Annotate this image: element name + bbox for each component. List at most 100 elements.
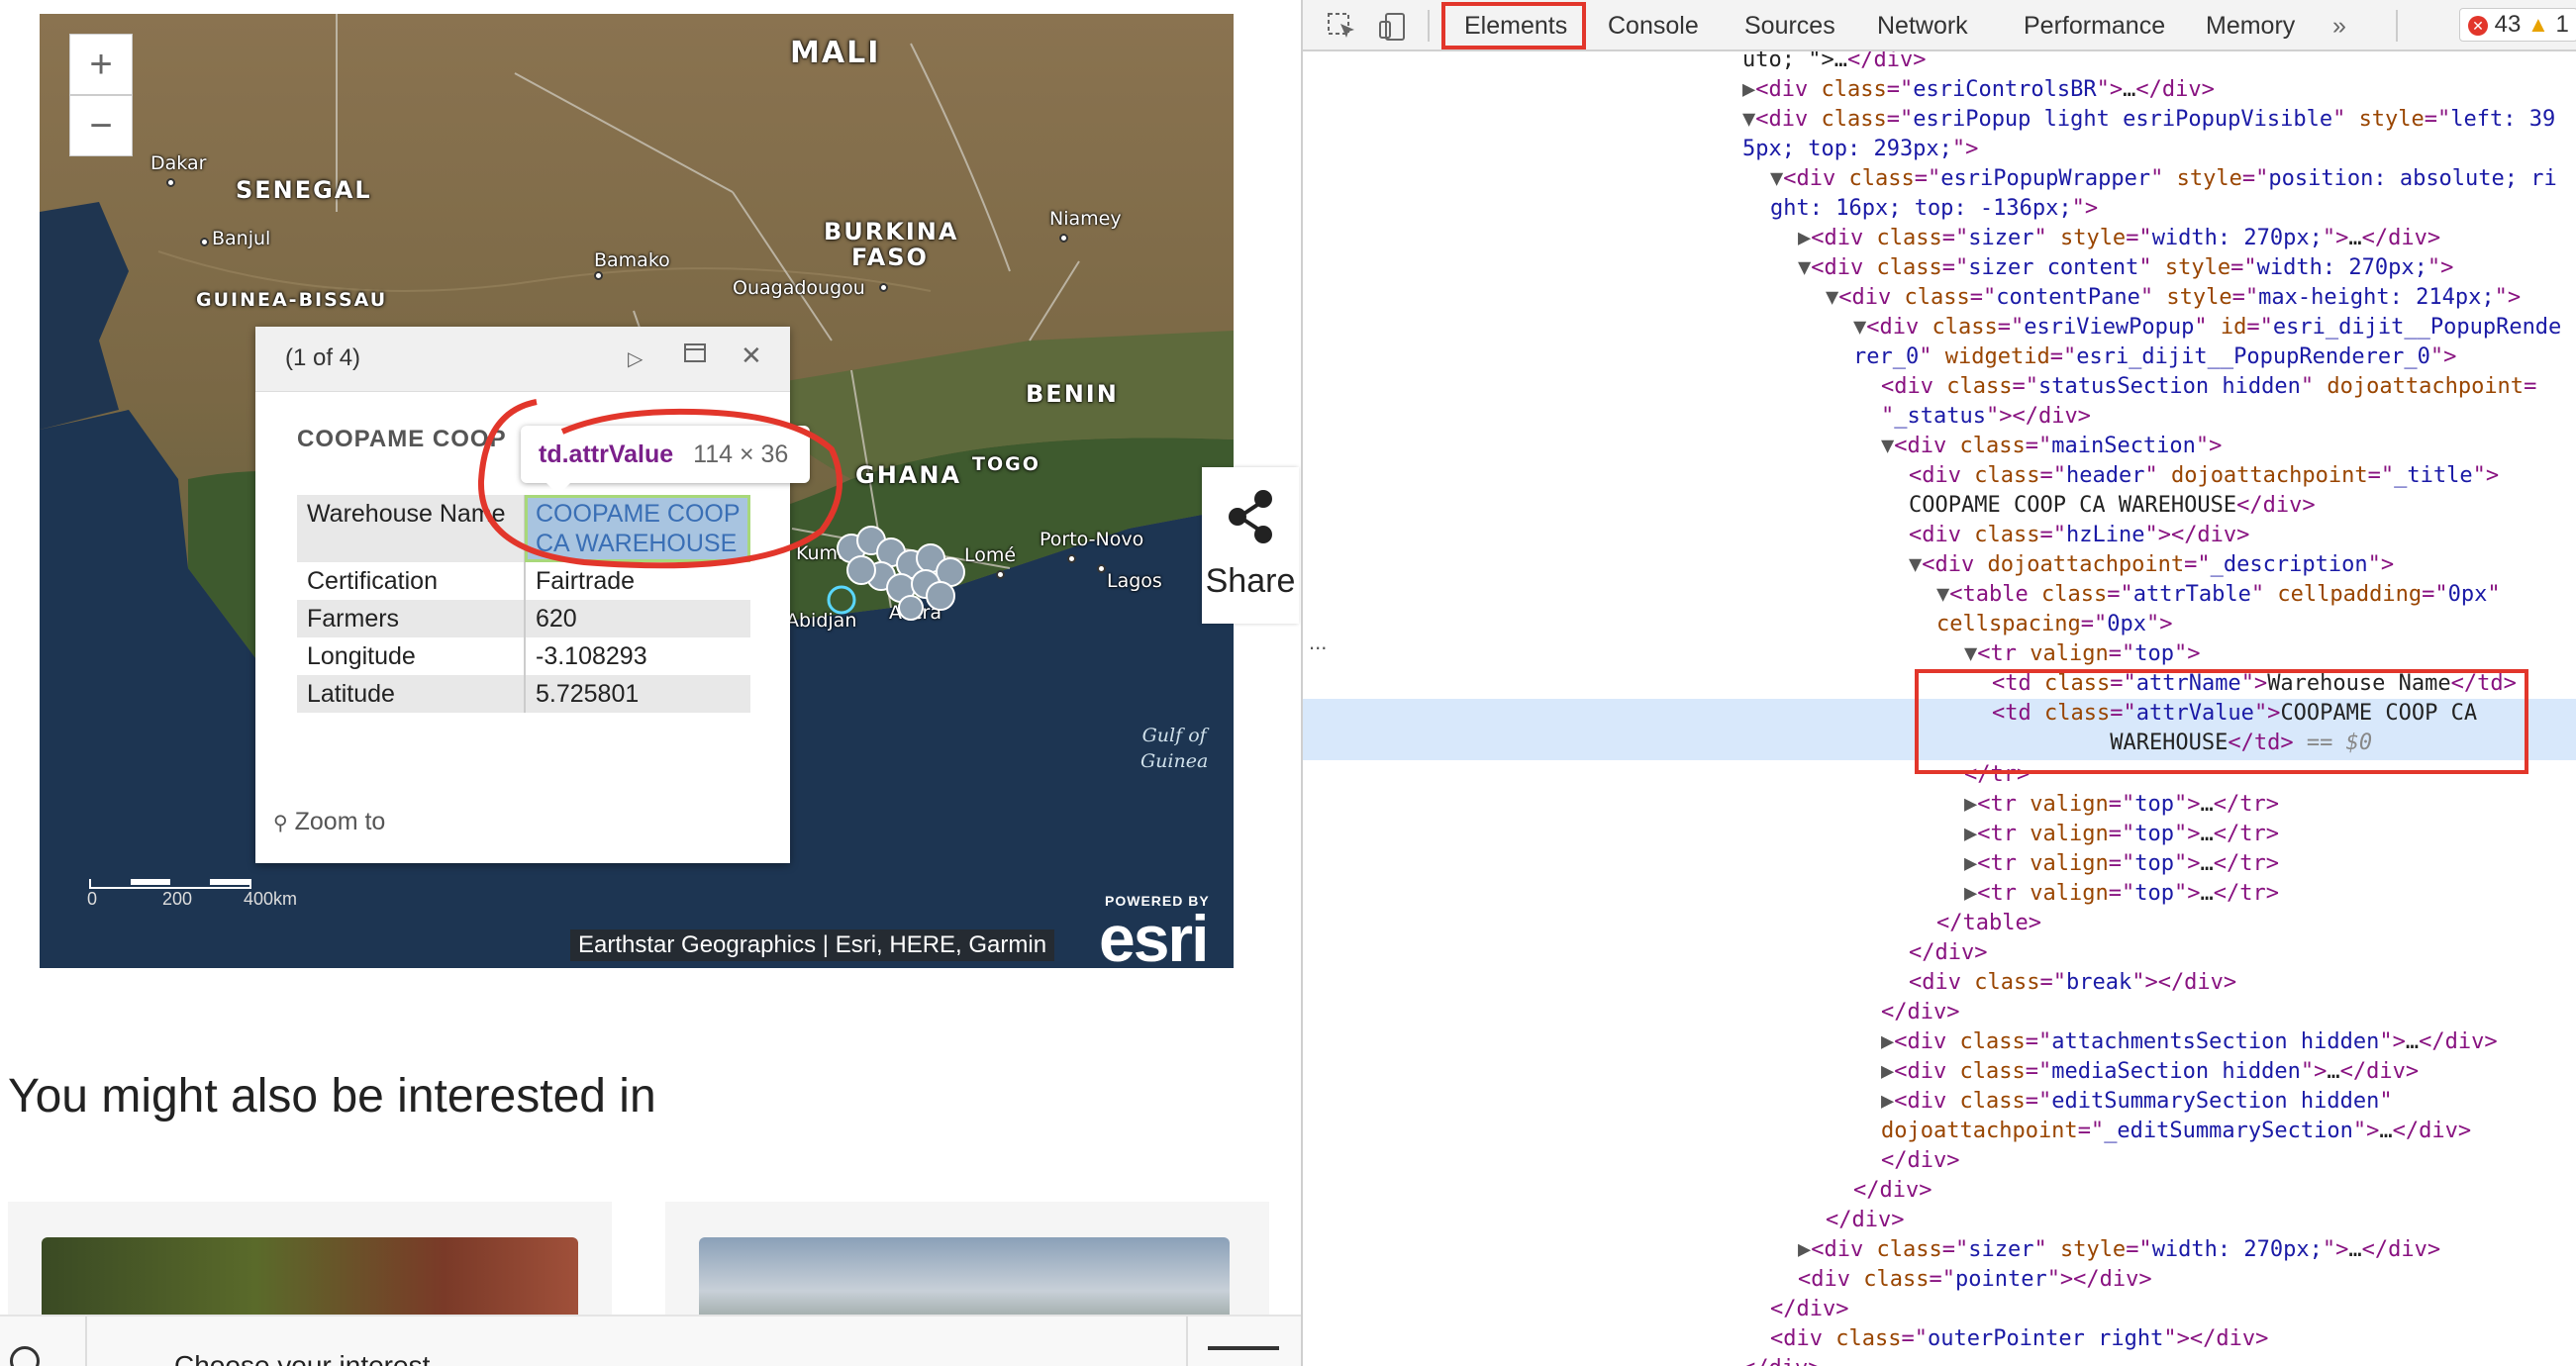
tab-sources[interactable]: Sources	[1744, 12, 1835, 41]
dom-node[interactable]: ▶<tr valign="top">…</tr>	[1303, 790, 2576, 820]
dom-node[interactable]: uto; ">…</div>	[1303, 51, 2576, 75]
divider	[1428, 10, 1430, 42]
dom-node-markup: <div class="break"></div>	[1909, 970, 2237, 995]
city-marker	[1067, 554, 1076, 563]
dom-node-markup: 5px; top: 293px;">	[1742, 137, 1979, 161]
dom-node-markup: <div class="pointer"></div>	[1798, 1267, 2152, 1292]
dom-node[interactable]: ▼<div class="contentPane" style="max-hei…	[1303, 283, 2576, 313]
maximize-icon[interactable]	[683, 341, 707, 371]
dom-node-markup: <div class="hzLine"></div>	[1909, 523, 2250, 547]
dom-node[interactable]: <div class="statusSection hidden" dojoat…	[1303, 372, 2576, 402]
chevron-up-icon[interactable]: ︿	[117, 1350, 147, 1366]
city-marker	[166, 178, 175, 187]
divider	[2396, 10, 2398, 42]
dom-node-markup: ▶<tr valign="top">…</tr>	[1964, 822, 2279, 846]
search-icon[interactable]	[10, 1346, 40, 1366]
hamburger-menu-icon[interactable]	[1208, 1346, 1279, 1366]
dom-node[interactable]: <div class="break"></div>	[1303, 968, 2576, 998]
dom-node-markup: ▶<div class="sizer" style="width: 270px;…	[1798, 226, 2441, 250]
country-label: SENEGAL	[236, 176, 372, 204]
dom-node[interactable]: 5px; top: 293px;">	[1303, 135, 2576, 164]
dom-node[interactable]: ▶<tr valign="top">…</tr>	[1303, 820, 2576, 849]
dom-node-markup: </div>	[1881, 1148, 1960, 1173]
dom-node[interactable]: ▼<div dojoattachpoint="_description">	[1303, 550, 2576, 580]
country-label: GUINEA-BISSAU	[196, 289, 388, 311]
dom-node[interactable]: ▶<div class="sizer" style="width: 270px;…	[1303, 224, 2576, 253]
city-label: Niamey	[1049, 208, 1122, 230]
close-icon[interactable]: ✕	[741, 341, 762, 371]
dom-node[interactable]: <div class="hzLine"></div>	[1303, 521, 2576, 550]
dom-node[interactable]: </div>	[1303, 938, 2576, 968]
city-marker	[879, 283, 888, 292]
dom-node[interactable]: ▶<div class="attachmentsSection hidden">…	[1303, 1027, 2576, 1057]
dom-node-markup: "_status"></div>	[1881, 404, 2091, 429]
tab-network[interactable]: Network	[1877, 12, 1968, 41]
table-row: Latitude 5.725801	[297, 675, 750, 713]
dom-node-markup: ▶<div class="mediaSection hidden">…</div…	[1881, 1059, 2420, 1084]
tab-memory[interactable]: Memory	[2206, 12, 2295, 41]
tab-elements[interactable]: Elements	[1464, 12, 1567, 41]
inspect-element-icon[interactable]	[1327, 12, 1356, 40]
dom-node-markup: </div>	[1742, 1354, 1821, 1366]
dom-node[interactable]: </div>	[1303, 1176, 2576, 1206]
device-toolbar-icon[interactable]	[1378, 12, 1408, 41]
gulf-label-line: Gulf of	[1141, 725, 1207, 746]
dom-node[interactable]: ▼<div class="sizer content" style="width…	[1303, 253, 2576, 283]
dom-node[interactable]: </div>	[1303, 998, 2576, 1027]
zoom-to-link[interactable]: ⚲ Zoom to	[273, 808, 385, 836]
zoom-in-button[interactable]: +	[69, 34, 133, 95]
dom-node[interactable]: </table>	[1303, 909, 2576, 938]
tab-performance[interactable]: Performance	[2024, 12, 2165, 41]
node-actions-ellipsis[interactable]: ...	[1309, 630, 1327, 655]
dom-node[interactable]: ▼<table class="attrTable" cellpadding="0…	[1303, 580, 2576, 610]
map-attribution: Earthstar Geographics | Esri, HERE, Garm…	[570, 929, 1055, 961]
more-tabs-icon[interactable]: »	[2332, 12, 2346, 41]
error-warning-counter[interactable]: ✕ 43 ▲ 1	[2459, 8, 2576, 42]
dom-node[interactable]: cellspacing="0px">	[1303, 610, 2576, 639]
tab-console[interactable]: Console	[1608, 12, 1699, 41]
dom-node[interactable]: ▶<div class="mediaSection hidden">…</div…	[1303, 1057, 2576, 1087]
dom-node[interactable]: ▶<tr valign="top">…</tr>	[1303, 849, 2576, 879]
dom-node[interactable]: </div>	[1303, 1354, 2576, 1366]
share-button[interactable]: Share	[1202, 467, 1299, 624]
dom-node-markup: </div>	[1881, 1000, 1960, 1024]
dom-node[interactable]: </div>	[1303, 1295, 2576, 1324]
dom-node[interactable]: <div class="header" dojoattachpoint="_ti…	[1303, 461, 2576, 491]
next-feature-icon[interactable]: ▷	[628, 346, 643, 371]
attr-value: 620	[536, 605, 577, 633]
city-label: Ouagadougou	[733, 277, 865, 299]
dom-node[interactable]: </div>	[1303, 1206, 2576, 1235]
scale-label: 400km	[244, 889, 298, 909]
dom-node[interactable]: ▼<div class="esriViewPopup" id="esri_dij…	[1303, 313, 2576, 342]
city-label: Dakar	[150, 152, 207, 174]
dom-node[interactable]: <div class="pointer"></div>	[1303, 1265, 2576, 1295]
dom-node[interactable]: <div class="outerPointer right"></div>	[1303, 1324, 2576, 1354]
dom-node[interactable]: </div>	[1303, 1146, 2576, 1176]
dom-node[interactable]: ▼<div class="esriPopup light esriPopupVi…	[1303, 105, 2576, 135]
zoom-out-button[interactable]: −	[69, 95, 133, 156]
dom-node[interactable]: ▶<div class="esriControlsBR">…</div>	[1303, 75, 2576, 105]
choose-interest-button[interactable]: Choose your interest	[174, 1350, 430, 1366]
dom-node[interactable]: ▶<div class="editSummarySection hidden"	[1303, 1087, 2576, 1117]
dom-node[interactable]: dojoattachpoint="_editSummarySection">…<…	[1303, 1117, 2576, 1146]
dom-node[interactable]: COOPAME COOP CA WAREHOUSE</div>	[1303, 491, 2576, 521]
section-title: You might also be interested in	[8, 1070, 656, 1122]
dom-node[interactable]: ▼<tr valign="top">	[1303, 639, 2576, 669]
dom-node[interactable]: ▶<div class="sizer" style="width: 270px;…	[1303, 1235, 2576, 1265]
attr-value: -3.108293	[536, 642, 647, 670]
dom-node[interactable]: ▶<tr valign="top">…</tr>	[1303, 879, 2576, 909]
bottom-bar: ︿ Choose your interest	[0, 1315, 1301, 1366]
country-label: TOGO	[972, 453, 1040, 475]
dom-node[interactable]: "_status"></div>	[1303, 402, 2576, 432]
dom-node-markup: ▼<div class="esriPopupWrapper" style="po…	[1770, 166, 2557, 191]
dom-node-markup: ▼<table class="attrTable" cellpadding="0…	[1936, 582, 2501, 607]
dom-node[interactable]: rer_0" widgetid="esri_dijit__PopupRender…	[1303, 342, 2576, 372]
divider	[85, 1317, 87, 1366]
dom-node[interactable]: ght: 16px; top: -136px;">	[1303, 194, 2576, 224]
dom-node-markup: ▼<tr valign="top">	[1964, 641, 2201, 666]
devtools-toolbar: Elements Console Sources Network Perform…	[1303, 0, 2576, 51]
dom-node[interactable]: ▼<div class="esriPopupWrapper" style="po…	[1303, 164, 2576, 194]
annotation-circle	[477, 399, 842, 569]
dom-node[interactable]: ▼<div class="mainSection">	[1303, 432, 2576, 461]
devtools-panel: Elements Console Sources Network Perform…	[1301, 0, 2576, 1366]
